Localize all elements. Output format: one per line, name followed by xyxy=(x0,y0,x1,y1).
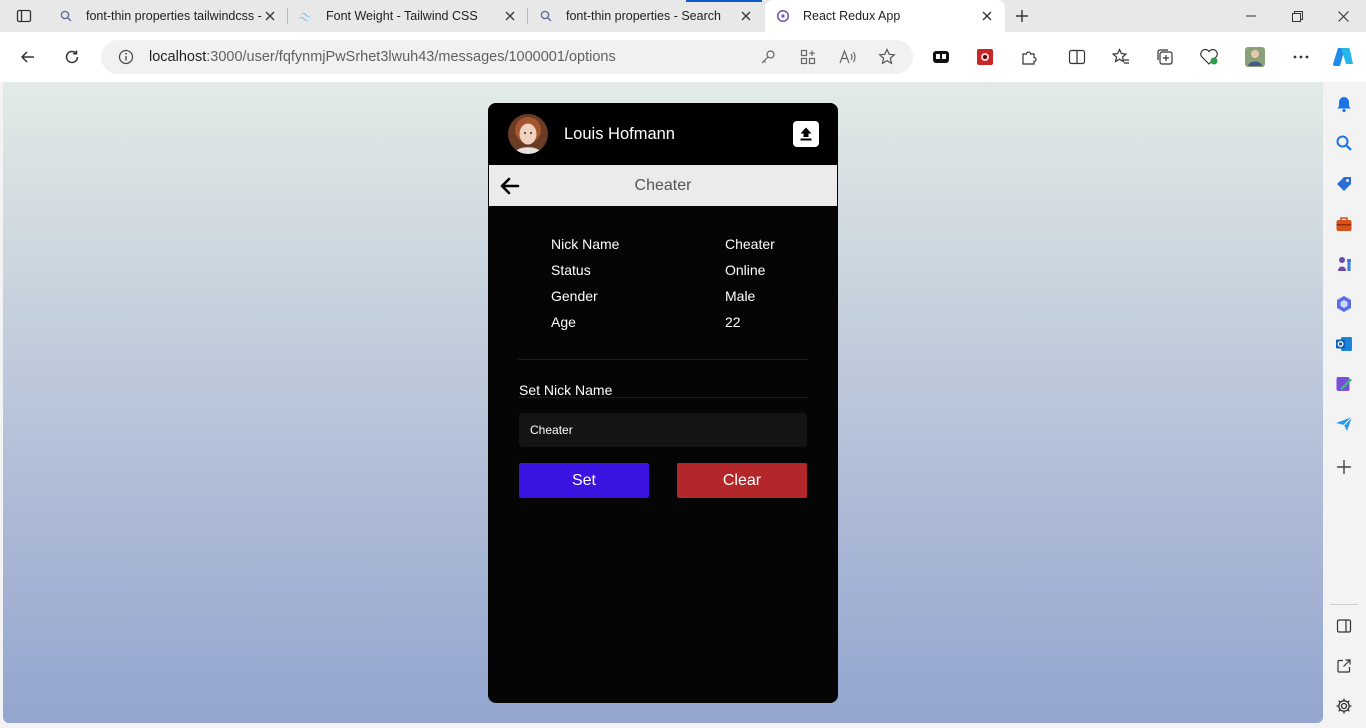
user-name: Louis Hofmann xyxy=(564,125,675,143)
info-icon[interactable] xyxy=(117,48,135,66)
info-row-nick-name: Nick Name Cheater xyxy=(551,236,801,262)
info-label: Gender xyxy=(551,288,598,304)
gear-icon[interactable] xyxy=(1333,695,1355,717)
upload-icon[interactable] xyxy=(793,121,819,147)
extension-icon[interactable] xyxy=(973,45,997,69)
back-button[interactable] xyxy=(13,42,43,72)
info-row-age: Age 22 xyxy=(551,314,801,340)
profile-avatar[interactable] xyxy=(1243,45,1267,69)
restore-button[interactable] xyxy=(1274,0,1320,32)
search-icon xyxy=(538,8,554,24)
search-icon xyxy=(58,8,74,24)
conversation-title: Cheater xyxy=(634,177,692,194)
info-label: Nick Name xyxy=(551,236,620,252)
tab-4-active[interactable]: React Redux App xyxy=(765,0,1005,32)
tab-4-title: React Redux App xyxy=(803,9,901,23)
tab-actions-icon[interactable] xyxy=(10,4,38,28)
new-tab-button[interactable] xyxy=(1008,4,1036,28)
more-menu-icon[interactable] xyxy=(1289,45,1313,69)
tab-2-title: Font Weight - Tailwind CSS xyxy=(326,9,478,23)
info-value: 22 xyxy=(725,314,741,330)
set-nick-name-label: Set Nick Name xyxy=(519,382,613,398)
tab-2[interactable]: Font Weight - Tailwind CSS xyxy=(288,0,528,32)
favorite-star-icon[interactable] xyxy=(876,47,898,67)
games-chess-icon[interactable] xyxy=(1333,253,1355,275)
extension-icon[interactable] xyxy=(929,45,953,69)
send-paper-plane-icon[interactable] xyxy=(1333,413,1355,435)
close-window-button[interactable] xyxy=(1320,0,1366,32)
avatar[interactable] xyxy=(508,114,548,154)
close-icon[interactable] xyxy=(979,8,995,24)
user-info-table: Nick Name Cheater Status Online Gender M… xyxy=(551,236,801,340)
extensions-puzzle-icon[interactable] xyxy=(1017,45,1041,69)
split-screen-icon[interactable] xyxy=(1065,45,1089,69)
set-button[interactable]: Set xyxy=(519,463,649,498)
divider xyxy=(518,359,808,360)
tab-3[interactable]: font-thin properties - Search xyxy=(528,0,764,32)
sidebar-divider xyxy=(1330,604,1358,605)
url-path: :3000/user/fqfynmjPwSrhet3lwuh43/message… xyxy=(206,49,616,65)
nick-name-input[interactable] xyxy=(519,413,807,447)
microsoft-365-icon[interactable] xyxy=(1333,293,1355,315)
conversation-title-bar: Cheater xyxy=(489,165,837,206)
info-value: Cheater xyxy=(725,236,775,252)
designer-icon[interactable] xyxy=(1333,373,1355,395)
tab-1-title: font-thin properties tailwindcss - xyxy=(86,9,262,23)
app-header: Louis Hofmann xyxy=(488,103,838,165)
bell-icon[interactable] xyxy=(1333,93,1355,115)
refresh-button[interactable] xyxy=(57,42,87,72)
info-row-status: Status Online xyxy=(551,262,801,288)
shopping-tag-icon[interactable] xyxy=(1333,173,1355,195)
collections-icon[interactable] xyxy=(1153,45,1177,69)
info-label: Status xyxy=(551,262,591,278)
url-text[interactable]: localhost:3000/user/fqfynmjPwSrhet3lwuh4… xyxy=(149,49,616,65)
read-aloud-icon[interactable] xyxy=(837,47,859,67)
navigation-bar: localhost:3000/user/fqfynmjPwSrhet3lwuh4… xyxy=(0,32,1366,82)
key-icon[interactable] xyxy=(757,47,779,67)
browser-essentials-icon[interactable] xyxy=(1197,45,1221,69)
chat-options-panel: Louis Hofmann Cheater Nick Name Cheater … xyxy=(488,103,838,703)
info-value: Male xyxy=(725,288,756,304)
minimize-button[interactable] xyxy=(1228,0,1274,32)
outlook-icon[interactable] xyxy=(1333,333,1355,355)
address-bar[interactable]: localhost:3000/user/fqfynmjPwSrhet3lwuh4… xyxy=(101,40,913,74)
app-available-icon[interactable] xyxy=(797,47,819,67)
url-host: localhost xyxy=(149,49,207,65)
tab-1[interactable]: font-thin properties tailwindcss - xyxy=(48,0,288,32)
clear-button[interactable]: Clear xyxy=(677,463,807,498)
info-label: Age xyxy=(551,314,576,330)
favorites-icon[interactable] xyxy=(1109,45,1133,69)
close-icon[interactable] xyxy=(502,8,518,24)
close-icon[interactable] xyxy=(262,8,278,24)
sidebar-toggle-icon[interactable] xyxy=(1333,615,1355,637)
divider xyxy=(518,397,808,398)
tab-strip: font-thin properties tailwindcss - Font … xyxy=(0,0,1366,32)
external-link-icon[interactable] xyxy=(1333,655,1355,677)
info-value: Online xyxy=(725,262,766,278)
page-viewport: Louis Hofmann Cheater Nick Name Cheater … xyxy=(3,82,1323,723)
copilot-icon[interactable] xyxy=(1331,45,1355,69)
tools-briefcase-icon[interactable] xyxy=(1333,213,1355,235)
info-row-gender: Gender Male xyxy=(551,288,801,314)
add-icon[interactable] xyxy=(1333,456,1355,478)
edge-sidebar xyxy=(1323,82,1366,728)
search-icon[interactable] xyxy=(1333,132,1355,154)
tab-loading-bar xyxy=(686,0,762,2)
tab-3-title: font-thin properties - Search xyxy=(566,9,721,23)
tailwind-logo-icon xyxy=(298,8,314,24)
redux-logo-icon xyxy=(775,8,791,24)
close-icon[interactable] xyxy=(738,8,754,24)
